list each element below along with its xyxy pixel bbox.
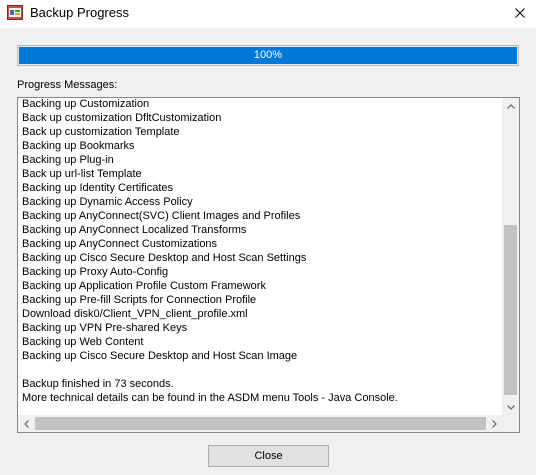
vertical-scroll-thumb[interactable] [504,225,517,395]
horizontal-scroll-thumb[interactable] [35,417,486,430]
scroll-up-button[interactable] [502,98,519,115]
progress-messages-box[interactable]: Backing up Customization Back up customiz… [17,97,520,433]
chevron-right-icon [492,419,497,428]
message-line: Backing up Cisco Secure Desktop and Host… [22,252,307,264]
message-line: Backing up Pre-fill Scripts for Connecti… [22,294,257,306]
app-icon [7,5,23,20]
message-line: Backup finished in 73 seconds. [22,378,174,390]
message-line: More technical details can be found in t… [22,392,398,404]
message-line: Backing up Plug-in [22,154,114,166]
vertical-scrollbar[interactable] [502,98,519,416]
scrollbar-corner [502,415,519,432]
scroll-left-button[interactable] [18,415,35,432]
horizontal-scrollbar[interactable] [18,415,503,432]
message-line: Backing up VPN Pre-shared Keys [22,322,188,334]
message-line: Backing up AnyConnect Localized Transfor… [22,224,247,236]
close-icon [515,8,525,18]
message-line: Backing up AnyConnect(SVC) Client Images… [22,210,301,222]
message-line: Download disk0/Client_VPN_client_profile… [22,308,248,320]
message-line: Backing up Dynamic Access Policy [22,196,193,208]
message-line: Backing up Cisco Secure Desktop and Host… [22,350,298,362]
window-close-button[interactable] [504,0,536,26]
message-line: Back up url-list Template [22,168,142,180]
message-line: Backing up Identity Certificates [22,182,174,194]
message-line: Backing up Web Content [22,336,144,348]
title-bar: Backup Progress [0,0,536,28]
message-line: Backing up Application Profile Custom Fr… [22,280,266,292]
progress-percent: 100% [253,49,283,61]
message-line: Backing up Bookmarks [22,140,135,152]
message-line: Backing up Customization [22,98,150,110]
window-title: Backup Progress [30,5,129,20]
scroll-down-button[interactable] [502,399,519,416]
chevron-down-icon [506,405,515,410]
chevron-up-icon [506,104,515,109]
close-button[interactable]: Close [208,445,329,467]
chevron-left-icon [24,419,29,428]
message-line: Backing up Proxy Auto-Config [22,266,169,278]
messages-list: Backing up Customization Back up customiz… [22,98,499,405]
progress-messages-label: Progress Messages: [17,79,118,91]
scroll-right-button[interactable] [486,415,503,432]
message-line: Backing up AnyConnect Customizations [22,238,218,250]
message-line [22,363,499,377]
message-line: Back up customization Template [22,126,180,138]
message-line: Back up customization DfltCustomization [22,112,222,124]
progress-bar: 100% [17,45,519,66]
